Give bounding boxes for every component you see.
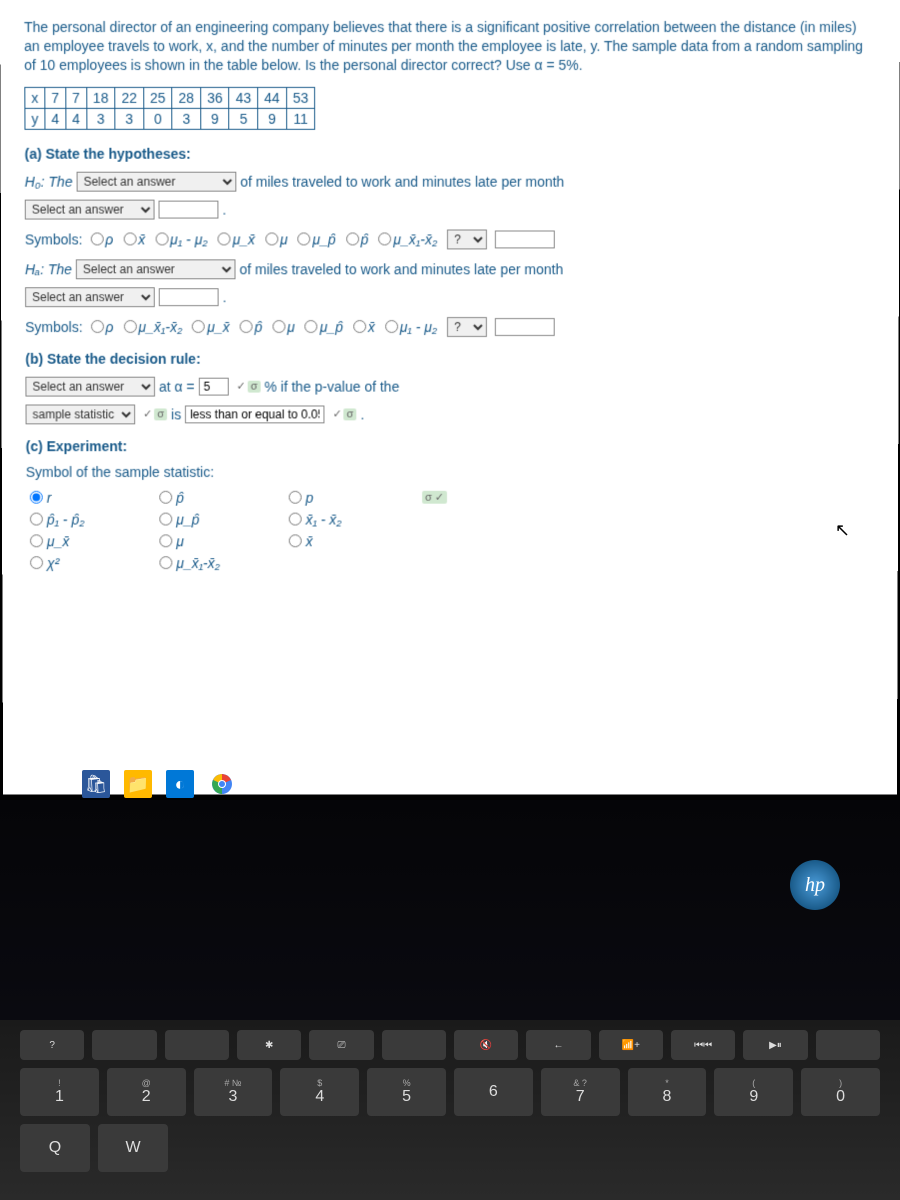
key-5: %5 — [367, 1068, 446, 1116]
ha-symbols: Symbols: ρ μ_x̄₁-x̄₂ μ_x̄ p̂ μ μ_p̂ x̄ μ… — [25, 317, 875, 337]
key-6: 6 — [454, 1068, 533, 1116]
key-fn: ← — [526, 1030, 590, 1060]
ha-label: Hₐ: The — [25, 261, 72, 277]
ha-sym-opt[interactable] — [240, 320, 253, 333]
problem-statement: The personal director of an engineering … — [24, 18, 876, 75]
key-w: W — [98, 1124, 168, 1172]
ha-val-input[interactable] — [495, 318, 555, 336]
key-fn: 🔇 — [454, 1030, 518, 1060]
h0-row: H₀: The Select an answer of miles travel… — [25, 171, 876, 191]
stat-opt[interactable] — [159, 556, 172, 569]
h0-sym-opt[interactable] — [123, 233, 136, 246]
ha-tail: of miles traveled to work and minutes la… — [240, 261, 564, 277]
chrome-icon[interactable] — [208, 770, 236, 798]
stat-symbol-grid: r p̂ p σ ✓ p̂₁ - p̂₂ μ_p̂ x̄₁ - x̄₂ μ_x̄… — [26, 486, 874, 575]
check-hint: ✓σ — [236, 380, 260, 393]
decision-row2: sample statistic ✓σ is ✓σ . — [26, 404, 875, 424]
key-0: )0 — [801, 1068, 880, 1116]
sample-stat-select[interactable]: sample statistic — [26, 404, 136, 424]
key-fn: ⏮⏮ — [671, 1030, 735, 1060]
h0-select2[interactable]: Select an answer — [25, 199, 155, 219]
key-9: (9 — [714, 1068, 793, 1116]
h0-sym-opt[interactable] — [155, 233, 168, 246]
h0-sym-opt[interactable] — [90, 233, 103, 246]
store-icon[interactable]: 🛍 — [82, 770, 110, 798]
key-7: & ?7 — [541, 1068, 620, 1116]
key-fn — [165, 1030, 229, 1060]
file-explorer-icon[interactable]: 📁 — [124, 770, 152, 798]
edge-icon[interactable]: ◐ — [166, 770, 194, 798]
h0-val-input[interactable] — [495, 230, 555, 248]
key-fn — [816, 1030, 880, 1060]
h0-row2: Select an answer . — [25, 199, 876, 219]
key-4: $4 — [280, 1068, 359, 1116]
stat-opt[interactable] — [289, 535, 302, 548]
decision-select[interactable]: Select an answer — [25, 376, 155, 396]
row-y-label: y — [25, 108, 45, 129]
windows-taskbar: ⊞ 🛍 📁 ◐ — [40, 770, 236, 798]
alpha-input[interactable] — [199, 377, 229, 395]
start-icon[interactable]: ⊞ — [40, 770, 68, 798]
ha-select[interactable]: Select an answer — [76, 259, 236, 279]
h0-label: H₀: The — [25, 173, 73, 189]
part-c-sub: Symbol of the sample statistic: — [26, 464, 875, 480]
ha-sym-opt[interactable] — [192, 320, 205, 333]
mouse-cursor-icon: ↖ — [835, 520, 850, 541]
ha-row2: Select an answer . — [25, 287, 875, 307]
h0-op-select[interactable]: ? — [447, 229, 487, 249]
key-8: *8 — [628, 1068, 707, 1116]
ha-sym-opt[interactable] — [91, 320, 104, 333]
key-fn: ? — [20, 1030, 84, 1060]
stat-opt[interactable] — [30, 556, 43, 569]
ha-select2[interactable]: Select an answer — [25, 287, 155, 307]
h0-sym-opt[interactable] — [346, 233, 359, 246]
part-a-heading: (a) State the hypotheses: — [25, 145, 876, 161]
key-fn — [382, 1030, 446, 1060]
stat-opt[interactable] — [30, 535, 43, 548]
physical-keyboard: ? ✱ ⎚ 🔇 ← 📶+ ⏮⏮ ▶⏸ !1 @2 # №3 $4 %5 6 & … — [0, 1020, 900, 1200]
ha-op-select[interactable]: ? — [447, 317, 487, 337]
h0-sym-opt[interactable] — [218, 233, 231, 246]
stat-opt[interactable] — [289, 491, 302, 504]
key-1: !1 — [20, 1068, 99, 1116]
ha-value-input[interactable] — [159, 288, 219, 306]
threshold-input[interactable] — [185, 405, 325, 423]
stat-opt[interactable] — [159, 535, 172, 548]
h0-sym-opt[interactable] — [265, 233, 278, 246]
h0-sym-opt[interactable] — [378, 233, 391, 246]
h0-value-input[interactable] — [159, 200, 219, 218]
h0-sym-opt[interactable] — [298, 233, 311, 246]
key-fn: ▶⏸ — [743, 1030, 807, 1060]
ha-sym-opt[interactable] — [385, 320, 398, 333]
key-2: @2 — [107, 1068, 186, 1116]
part-c-heading: (c) Experiment: — [26, 438, 875, 454]
row-x-label: x — [25, 87, 45, 108]
stat-opt[interactable] — [30, 513, 43, 526]
key-fn: ✱ — [237, 1030, 301, 1060]
stat-opt[interactable] — [289, 513, 302, 526]
key-q: Q — [20, 1124, 90, 1172]
key-fn: ⎚ — [309, 1030, 373, 1060]
stat-opt[interactable] — [159, 513, 172, 526]
ha-sym-opt[interactable] — [305, 320, 318, 333]
ha-sym-opt[interactable] — [272, 320, 285, 333]
h0-select[interactable]: Select an answer — [76, 171, 236, 191]
key-3: # №3 — [194, 1068, 273, 1116]
h0-tail: of miles traveled to work and minutes la… — [240, 173, 564, 189]
ha-row: Hₐ: The Select an answer of miles travel… — [25, 259, 875, 279]
key-fn — [92, 1030, 156, 1060]
stat-opt-r[interactable] — [30, 491, 43, 504]
stat-opt[interactable] — [159, 491, 172, 504]
part-b-heading: (b) State the decision rule: — [25, 351, 874, 367]
ha-sym-opt[interactable] — [124, 320, 137, 333]
data-table: x 7 7 18 22 25 28 36 43 44 53 y 4 4 3 3 … — [24, 87, 315, 130]
h0-symbols: Symbols: ρ x̄ μ₁ - μ₂ μ_x̄ μ μ_p̂ p̂ μ_x… — [25, 229, 875, 249]
hp-logo: hp — [790, 860, 840, 910]
quiz-screen: The personal director of an engineering … — [0, 0, 900, 794]
ha-sym-opt[interactable] — [353, 320, 366, 333]
decision-row1: Select an answer at α = ✓σ % if the p-va… — [25, 376, 874, 396]
key-fn: 📶+ — [599, 1030, 663, 1060]
